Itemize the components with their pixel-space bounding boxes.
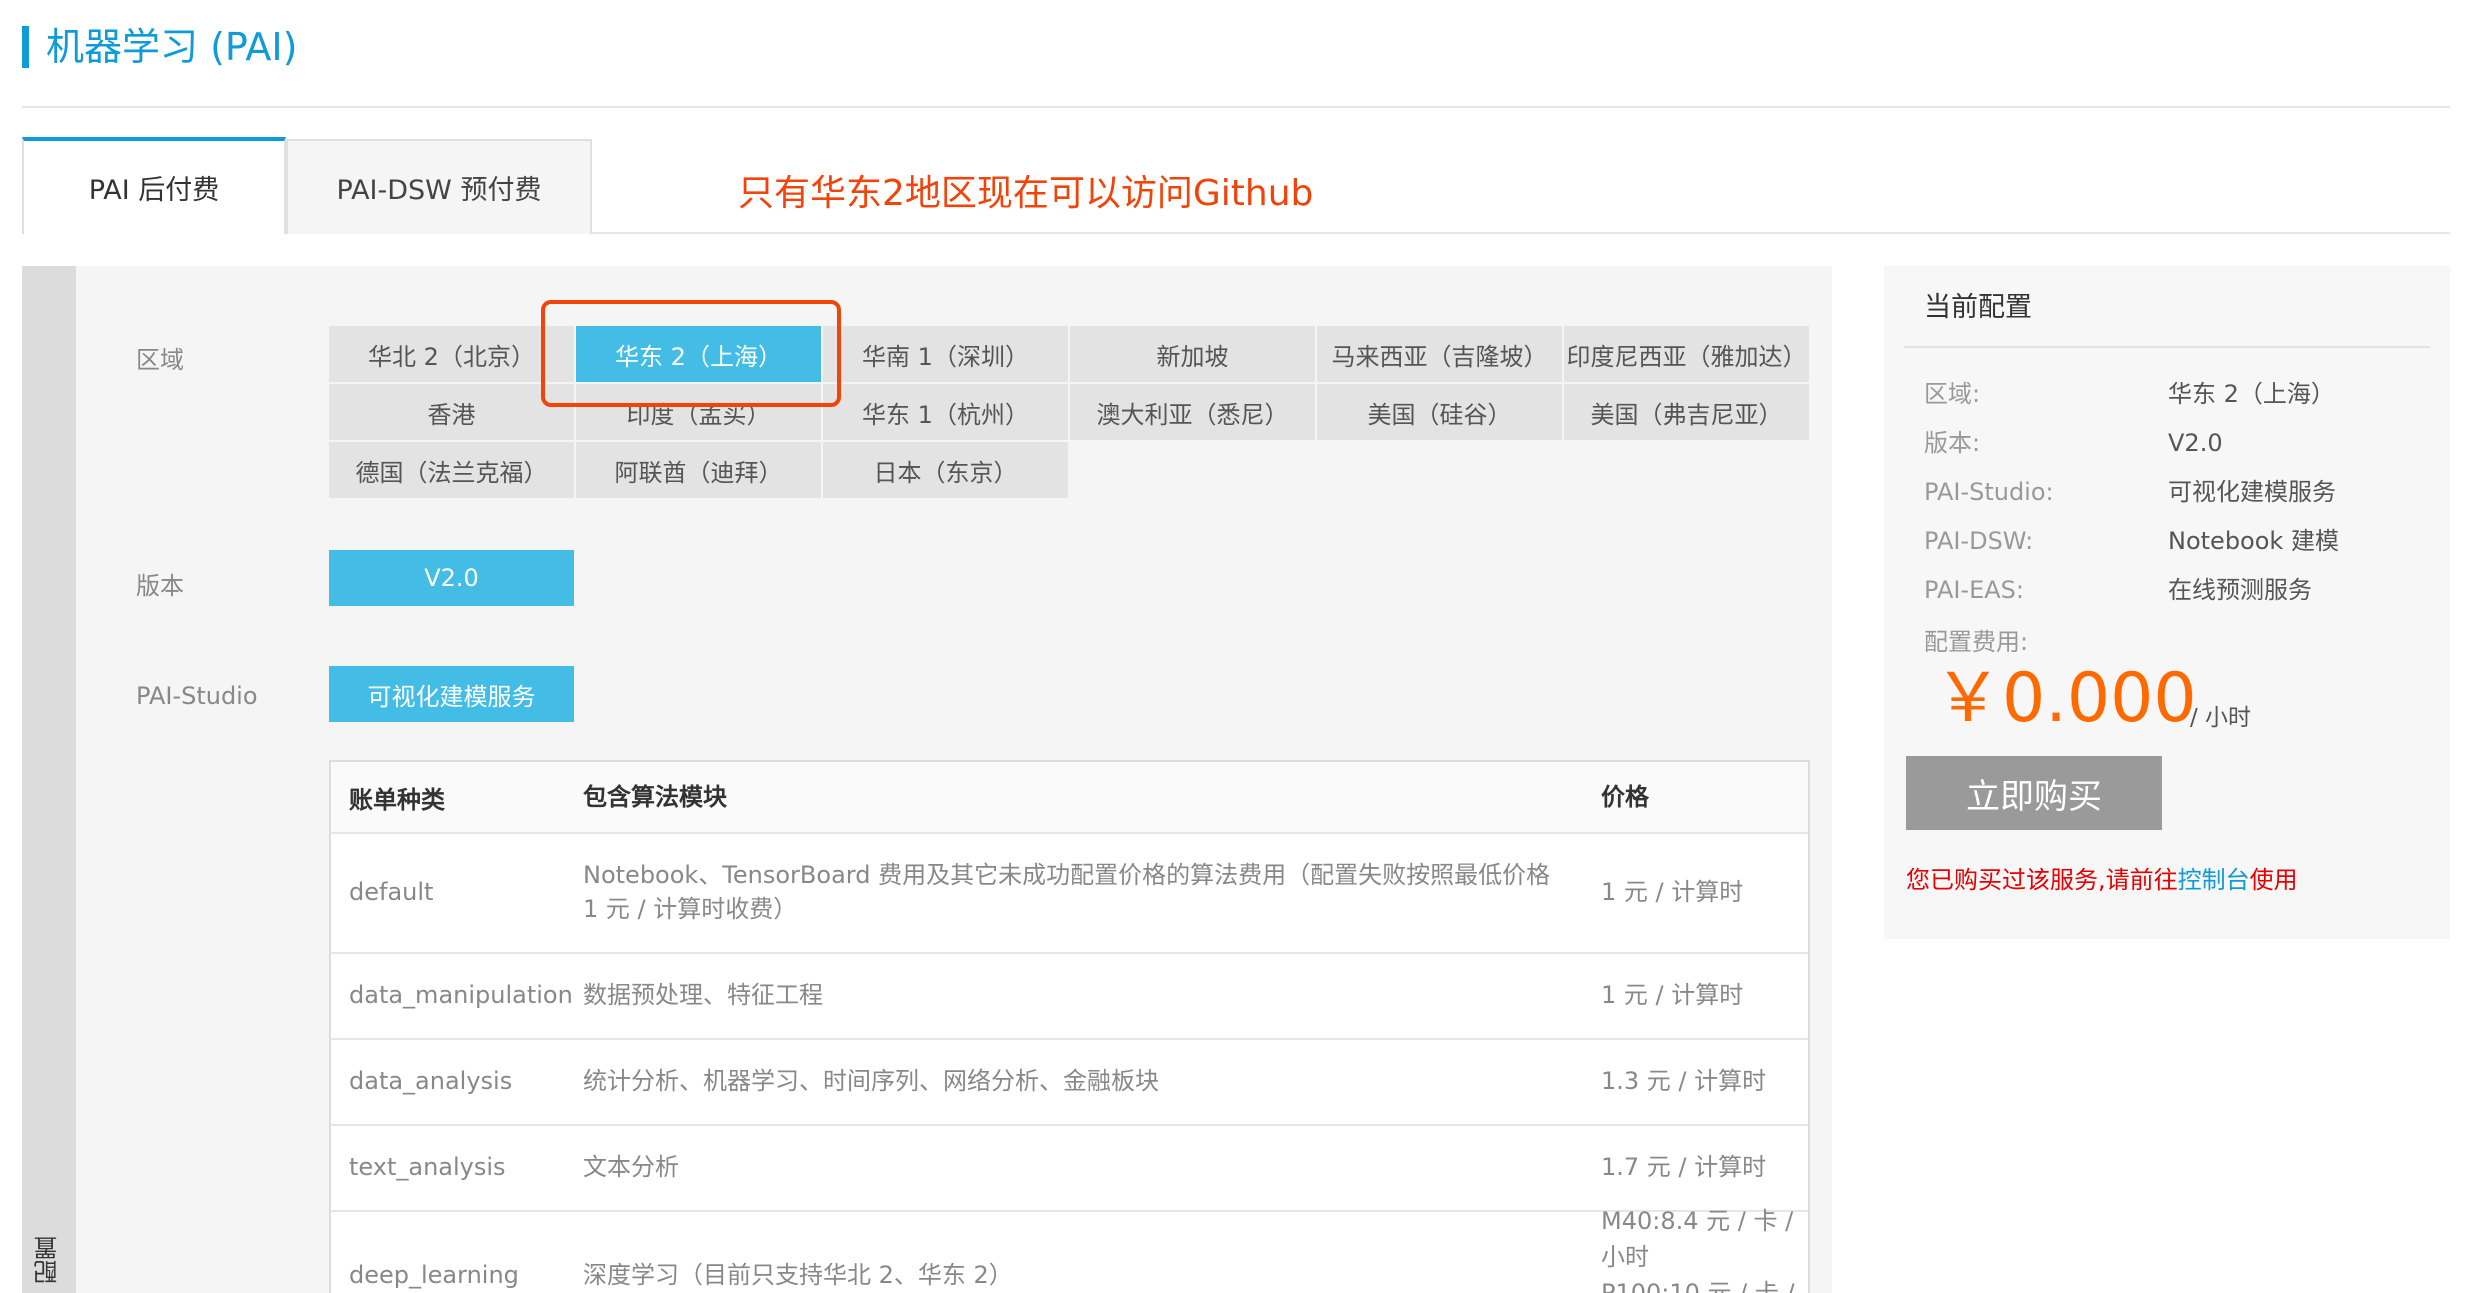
table-header-row: 账单种类 包含算法模块 价格: [331, 762, 1808, 834]
title-accent-bar: [22, 26, 29, 68]
algorithm-module-cell: 数据预处理、特征工程: [583, 981, 823, 1009]
price-cell: M40:8.4 元 / 卡 / 小时 P100:10 元 / 卡 / 小时: [1601, 1207, 1795, 1293]
table-header-cell: 价格: [1601, 783, 1649, 811]
annotation-highlight-box: [541, 300, 841, 407]
tab-pai-dsw-prepaid[interactable]: PAI-DSW 预付费: [286, 139, 592, 234]
table-header-cell: 账单种类: [349, 785, 445, 814]
region-option[interactable]: 华东 1（杭州）: [823, 384, 1068, 440]
pai-studio-label: PAI-Studio: [136, 682, 258, 710]
region-option[interactable]: 马来西亚（吉隆坡）: [1317, 326, 1562, 382]
table-row: data_analysis 统计分析、机器学习、时间序列、网络分析、金融板块 1.3…: [331, 1038, 1808, 1126]
config-panel: 配置 区域 华北 2（北京） 华东 2（上海） 华南 1（深圳） 新加坡 马来西亚（吉隆…: [22, 266, 1832, 1293]
page-title: 机器学习 (PAI): [46, 25, 298, 69]
region-option[interactable]: 华北 2（北京）: [329, 326, 574, 382]
table-row: deep_learning 深度学习（目前只支持华北 2、华东 2） M40:8.4…: [331, 1207, 1808, 1293]
summary-value: Notebook 建模: [2168, 527, 2339, 555]
tab-pai-postpaid[interactable]: PAI 后付费: [22, 137, 286, 234]
price-cell: 1.7 元 / 计算时: [1601, 1153, 1767, 1181]
buy-now-button[interactable]: 立即购买: [1906, 756, 2162, 830]
region-label: 区域: [136, 346, 184, 374]
region-option[interactable]: 日本（东京）: [823, 442, 1068, 498]
algorithm-module-cell: 深度学习（目前只支持华北 2、华东 2）: [583, 1261, 1013, 1289]
summary-key: PAI-EAS:: [1924, 576, 2024, 604]
summary-panel: 当前配置 配置费用: ￥0.000 / 小时 立即购买 您已购买过该服务,请前往…: [1884, 266, 2450, 939]
bill-type-cell: data_manipulation: [349, 981, 573, 1009]
region-option[interactable]: 阿联酋（迪拜）: [576, 442, 821, 498]
version-label: 版本: [136, 572, 184, 600]
purchased-note-suffix: 使用: [2249, 866, 2298, 894]
algorithm-module-cell: 统计分析、机器学习、时间序列、网络分析、金融板块: [583, 1067, 1159, 1095]
title-divider: [22, 106, 2450, 108]
price-cell: 1 元 / 计算时: [1601, 878, 1744, 906]
pai-studio-option-button[interactable]: 可视化建模服务: [329, 666, 574, 722]
summary-key: PAI-DSW:: [1924, 527, 2034, 555]
region-option[interactable]: 香港: [329, 384, 574, 440]
region-option[interactable]: 美国（硅谷）: [1317, 384, 1562, 440]
price-value: ￥0.000: [1934, 659, 2197, 738]
summary-value: 在线预测服务: [2168, 576, 2312, 604]
version-option-button[interactable]: V2.0: [329, 550, 574, 606]
region-option[interactable]: 澳大利亚（悉尼）: [1070, 384, 1315, 440]
summary-value: 可视化建模服务: [2168, 478, 2336, 506]
tabs-underline: [592, 232, 2450, 234]
pricing-table: 账单种类 包含算法模块 价格 default Notebook、TensorBoard …: [329, 760, 1810, 1293]
summary-value: 华东 2（上海）: [2168, 380, 2335, 408]
summary-key: 版本:: [1924, 429, 1981, 457]
annotation-note: 只有华东2地区现在可以访问Github: [738, 173, 1314, 214]
purchased-note-prefix: 您已购买过该服务,请前往: [1906, 866, 2178, 894]
algorithm-module-cell: Notebook、TensorBoard 费用及其它未成功配置价格的算法费用（配…: [583, 861, 1551, 923]
summary-title: 当前配置: [1924, 292, 2032, 323]
summary-key: PAI-Studio:: [1924, 478, 2054, 506]
bill-type-cell: data_analysis: [349, 1067, 513, 1095]
summary-value: V2.0: [2168, 429, 2223, 457]
bill-type-cell: deep_learning: [349, 1261, 519, 1289]
purchased-note: 您已购买过该服务,请前往控制台使用: [1906, 860, 2298, 895]
table-row: text_analysis 文本分析 1.7 元 / 计算时: [331, 1124, 1808, 1212]
price-cell: 1.3 元 / 计算时: [1601, 1067, 1767, 1095]
bill-type-cell: text_analysis: [349, 1153, 506, 1181]
summary-divider: [1904, 346, 2430, 348]
price-unit: / 小时: [2190, 705, 2252, 731]
table-header-cell: 包含算法模块: [583, 783, 727, 811]
config-side-stripe: [22, 266, 76, 1293]
fee-label: 配置费用:: [1924, 628, 2029, 656]
price-cell: 1 元 / 计算时: [1601, 981, 1744, 1009]
table-row: data_manipulation 数据预处理、特征工程 1 元 / 计算时: [331, 952, 1808, 1040]
summary-key: 区域:: [1924, 380, 1981, 408]
region-option[interactable]: 印度尼西亚（雅加达）: [1564, 326, 1809, 382]
region-option[interactable]: 美国（弗吉尼亚）: [1564, 384, 1809, 440]
region-option[interactable]: 华南 1（深圳）: [823, 326, 1068, 382]
algorithm-module-cell: 文本分析: [583, 1153, 679, 1181]
bill-type-cell: default: [349, 878, 434, 906]
region-option[interactable]: 新加坡: [1070, 326, 1315, 382]
table-row: default Notebook、TensorBoard 费用及其它未成功配置价格…: [331, 832, 1808, 954]
config-side-label: 配置: [34, 1236, 62, 1284]
region-option[interactable]: 德国（法兰克福）: [329, 442, 574, 498]
console-link[interactable]: 控制台: [2178, 866, 2250, 894]
